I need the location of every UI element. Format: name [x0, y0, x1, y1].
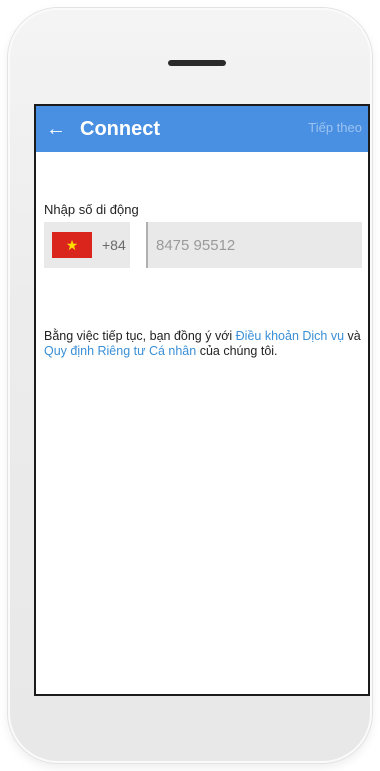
privacy-policy-link[interactable]: Quy định Riêng tư Cá nhân [44, 344, 196, 358]
country-code: +84 [102, 237, 126, 253]
app-bar: ← Connect Tiếp theo [36, 106, 368, 152]
terms-prefix: Bằng việc tiếp tục, bạn đồng ý với [44, 329, 236, 343]
terms-middle: và [344, 329, 361, 343]
phone-frame: ← Connect Tiếp theo Nhập số di động ★ +8… [8, 8, 372, 763]
vietnam-flag-icon: ★ [52, 232, 92, 258]
terms-text: Bằng việc tiếp tục, bạn đồng ý với Điều … [44, 329, 364, 359]
phone-speaker [168, 60, 226, 66]
terms-of-service-link[interactable]: Điều khoản Dịch vụ [236, 329, 344, 343]
back-arrow-icon[interactable]: ← [46, 119, 66, 139]
country-selector[interactable]: ★ +84 [44, 222, 130, 268]
phone-label: Nhập số di động [44, 202, 139, 217]
page-title: Connect [80, 117, 160, 140]
app-screen: ← Connect Tiếp theo Nhập số di động ★ +8… [34, 104, 370, 696]
phone-number-input[interactable] [146, 222, 362, 268]
terms-suffix: của chúng tôi. [196, 344, 278, 358]
next-button[interactable]: Tiếp theo [308, 120, 362, 135]
